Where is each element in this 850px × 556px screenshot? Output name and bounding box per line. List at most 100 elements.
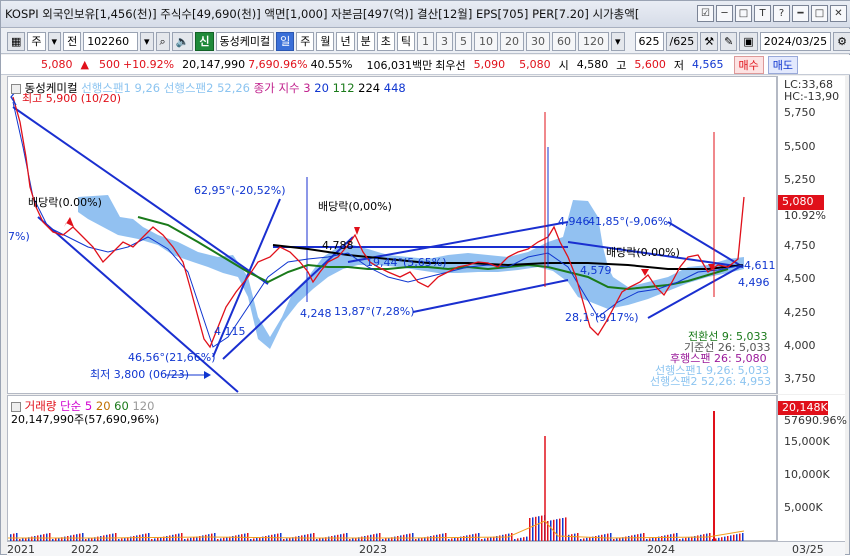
period-day[interactable]: 일 (276, 31, 295, 51)
legend-ma-224[interactable]: 224 (358, 81, 380, 95)
annotation-dividend-1: 배당락(0.00%) (28, 196, 102, 209)
annotation-price-4788: 4,788 (322, 239, 354, 252)
volume-bar (82, 533, 84, 541)
price-change-pct: +10.92% (122, 58, 175, 71)
price-tick: 3,750 (784, 372, 816, 385)
text-tool-icon[interactable]: T (754, 5, 771, 22)
annotation-angle-5: 28,1°(9,17%) (565, 311, 639, 324)
volume-bar (736, 534, 738, 541)
volume-bar (703, 534, 705, 541)
period-year[interactable]: 년 (336, 31, 355, 51)
stock-name-field[interactable]: 동성케미컬 (215, 31, 275, 51)
volume-bar (532, 517, 534, 541)
interval-20[interactable]: 20 (499, 31, 524, 51)
title-bar: KOSPI 외국인보유[1,456(천)] 주식수[49,690(천)] 액면[… (1, 1, 850, 28)
checkbox-icon[interactable]: ☑ (697, 5, 714, 22)
change-pct-tag: 10.92% (784, 209, 826, 222)
code-dropdown-icon[interactable]: ▾ (139, 31, 154, 51)
volume-bar (409, 533, 411, 541)
dividend-marker-2 (354, 227, 360, 235)
restore-chart-icon[interactable]: □ (735, 5, 752, 22)
stock-info-title: KOSPI 외국인보유[1,456(천)] 주식수[49,690(천)] 액면[… (5, 7, 640, 21)
volume-value: 20,147,990 (182, 58, 246, 71)
stock-code-input[interactable]: 102260 (83, 31, 138, 51)
settings-gear-icon[interactable]: ⚙ (833, 31, 850, 51)
minimize-chart-icon[interactable]: ─ (716, 5, 733, 22)
price-chart-canvas[interactable] (8, 77, 778, 395)
price-axis[interactable]: LC:33,68 HC:-13,90 5,750 5,500 5,250 5,0… (777, 76, 845, 394)
legend-ma-448[interactable]: 448 (384, 81, 406, 95)
market-dropdown-icon[interactable]: ▾ (47, 31, 62, 51)
buy-button[interactable]: 매수 (733, 55, 764, 74)
period-second[interactable]: 초 (376, 31, 395, 51)
draw-icon[interactable]: ✎ (720, 31, 738, 51)
volume-bar (313, 533, 315, 541)
volume-bar (112, 533, 114, 541)
date-axis[interactable]: 2021 2022 2023 2024 03/25 (7, 541, 845, 556)
volume-bar (556, 519, 558, 541)
date-tick: 03/25 (792, 543, 824, 556)
interval-3[interactable]: 3 (435, 31, 453, 51)
volume-bar (574, 533, 576, 541)
price-bar: 5,080 ▲ 500 +10.92% 20,147,990 7,690.96%… (1, 55, 850, 75)
interval-10[interactable]: 10 (473, 31, 498, 51)
volume-legend-box-icon[interactable] (11, 401, 21, 412)
quote-label: 최우선 (435, 58, 466, 72)
trend-line-rebound-2[interactable] (222, 236, 354, 360)
count-input[interactable]: 625 (634, 31, 664, 51)
volume-bar (310, 533, 312, 541)
interval-60[interactable]: 60 (551, 31, 576, 51)
maximize-button[interactable]: □ (811, 5, 828, 22)
minimize-button[interactable]: ━ (792, 5, 809, 22)
tools-icon[interactable]: ⚒ (700, 31, 719, 51)
turnover-rate: 40.55% (310, 58, 353, 71)
open-price: 4,580 (576, 58, 609, 71)
volume-chart-pane[interactable]: 거래량 단순 5 20 60 120 20,147,990주(57,690,96… (7, 395, 777, 541)
price-tick: 4,500 (784, 272, 816, 285)
market-select[interactable]: 주 (27, 31, 46, 51)
legend-ma-112[interactable]: 112 (333, 81, 355, 95)
prev-select[interactable]: 전 (63, 31, 82, 51)
volume-bar (79, 533, 81, 541)
search-icon[interactable]: ⌕ (155, 31, 170, 51)
annotation-angle-1: 62,95°(-20,52%) (194, 184, 286, 197)
volume-bars (10, 515, 744, 541)
volume-bar (280, 533, 282, 541)
price-tick: 5,250 (784, 173, 816, 186)
legend-close-index[interactable]: 종가 지수 3 (254, 81, 311, 95)
interval-30[interactable]: 30 (525, 31, 550, 51)
speaker-icon[interactable]: 🔈 (171, 31, 194, 51)
period-month[interactable]: 월 (316, 31, 335, 51)
price-tick: 4,250 (784, 306, 816, 319)
date-tick: 2022 (71, 543, 99, 556)
annotation-high: 최고 5,900 (10/20) (22, 92, 122, 105)
date-input[interactable]: 2024/03/25 (759, 31, 832, 51)
volume-bar (13, 533, 15, 541)
interval-120[interactable]: 120 (577, 31, 609, 51)
hc-label: HC:-13,90 (784, 90, 840, 103)
price-chart-pane[interactable]: 동성케미컬 선행스팬1 9,26 선행스팬2 52,26 종가 지수 3 20 … (7, 76, 777, 394)
legend-span2[interactable]: 선행스팬2 52,26 (164, 81, 250, 95)
volume-tick: 5,000K (784, 501, 823, 514)
period-tick[interactable]: 틱 (396, 31, 415, 51)
interval-dropdown-icon[interactable]: ▾ (610, 31, 625, 51)
low-price: 4,565 (692, 58, 724, 71)
annotation-price-4946: 4,946 (558, 215, 590, 228)
volume-bar (550, 520, 552, 541)
interval-5[interactable]: 5 (454, 31, 472, 51)
window-controls: ☑ ─ □ T ? ━ □ ✕ (697, 5, 847, 22)
period-week[interactable]: 주 (296, 31, 315, 51)
price-tick: 5,750 (784, 106, 816, 119)
volume-bar (115, 533, 117, 541)
close-button[interactable]: ✕ (830, 5, 847, 22)
help-icon[interactable]: ? (773, 5, 790, 22)
grid-icon[interactable]: ▦ (7, 31, 26, 51)
volume-bar (538, 516, 540, 541)
save-icon[interactable]: ▣ (739, 31, 758, 51)
volume-axis[interactable]: 20,148K 57690.96% 15,000K 10,000K 5,000K (777, 395, 847, 541)
interval-1[interactable]: 1 (416, 31, 434, 51)
legend-box-icon[interactable] (11, 83, 21, 94)
legend-ma-20[interactable]: 20 (314, 81, 329, 95)
period-minute[interactable]: 분 (356, 31, 375, 51)
sell-button[interactable]: 매도 (767, 55, 798, 74)
